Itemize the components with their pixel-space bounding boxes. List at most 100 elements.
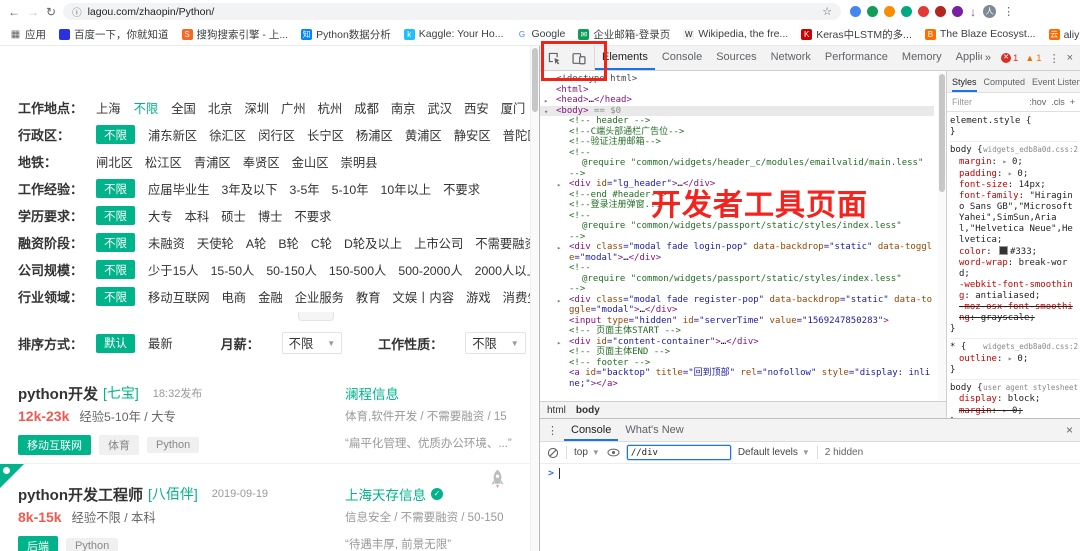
dom-tree-line[interactable]: <!-- [540, 148, 934, 159]
filter-option[interactable]: 松江区 [145, 153, 182, 171]
site-info-icon[interactable]: ⓘ [72, 5, 82, 19]
dom-tree-line[interactable]: ▾ <body> == $0 [540, 105, 934, 116]
ext-purple-icon[interactable] [952, 6, 964, 17]
console-filter-input[interactable] [626, 445, 731, 460]
bookmark-item[interactable]: K Keras中LSTM的多... [801, 27, 912, 42]
console-context-select[interactable]: top ▼ [574, 447, 600, 458]
filter-option[interactable]: 奉贤区 [243, 153, 280, 171]
dom-tree-scrollbar[interactable] [938, 71, 946, 401]
drawer-tab-console[interactable]: Console [564, 420, 618, 441]
filter-option[interactable]: 10年以上 [381, 180, 432, 198]
expand-arrow-icon[interactable]: ▸ [1008, 169, 1018, 178]
bookmark-item[interactable]: k Kaggle: Your Ho... [403, 28, 503, 40]
ext-blue-icon[interactable] [850, 6, 862, 17]
style-property[interactable]: -moz-osx-font-smoothing: grayscale; [950, 302, 1078, 324]
job-title[interactable]: python开发工程师 [18, 484, 143, 505]
style-selector[interactable]: body { [950, 383, 983, 394]
bookmark-item[interactable]: W Wikipedia, the fre... [683, 28, 788, 40]
stylesheet-link[interactable]: user agent stylesheet [983, 382, 1078, 393]
dom-tree-line[interactable]: <!--验证注册邮箱--> [540, 137, 934, 148]
console-prompt[interactable]: > [540, 464, 1080, 483]
style-property[interactable]: color: #333; [950, 246, 1078, 258]
bookmark-item[interactable]: B The Blaze Ecosyst... [924, 28, 1036, 40]
job-tag[interactable]: 后端 [18, 536, 58, 551]
filter-option[interactable]: 金山区 [292, 153, 329, 171]
job-tag[interactable]: Python [147, 437, 200, 453]
filter-option[interactable]: 杨浦区 [356, 126, 393, 144]
style-selector[interactable]: element.style { [950, 116, 1031, 127]
job-title[interactable]: python开发 [18, 383, 98, 404]
dom-tree-line[interactable]: --> [540, 169, 934, 180]
filter-option[interactable]: 15-50人 [211, 261, 255, 279]
page-scrollbar[interactable] [530, 46, 539, 551]
filter-option[interactable]: 本科 [185, 207, 210, 225]
filter-option[interactable]: 天使轮 [197, 234, 234, 252]
cls-toggle[interactable]: .cls [1051, 97, 1065, 107]
filter-option[interactable]: 厦门 [501, 99, 526, 117]
style-property[interactable]: margin: ▸ 0; [950, 156, 1078, 168]
expand-arrow-icon[interactable]: ▸ [1002, 157, 1012, 166]
tab-console[interactable]: Console [655, 46, 709, 70]
dom-tree-line[interactable]: <!-- footer --> [540, 358, 934, 369]
warning-badge[interactable]: ▲ 1 [1025, 53, 1041, 64]
filter-option[interactable]: 3年及以下 [222, 180, 278, 198]
filter-option[interactable]: 徐汇区 [209, 126, 246, 144]
filter-selected-option[interactable]: 不限 [134, 99, 159, 117]
tab-network[interactable]: Network [764, 46, 818, 70]
sort-field-select[interactable]: 不限 ▼ [281, 332, 343, 354]
dom-tree-line[interactable]: <a id="backtop" title="回到顶部" rel="nofoll… [540, 368, 934, 389]
dom-tree-line[interactable]: <!-- [540, 263, 934, 274]
expand-arrow-icon[interactable]: ▸ [1002, 406, 1012, 415]
style-property[interactable]: outline: ▸ 0; [950, 353, 1078, 365]
live-expression-eye-icon[interactable] [607, 448, 620, 457]
filter-selected-option[interactable]: 不限 [96, 287, 135, 306]
dom-tree-line[interactable]: --> [540, 284, 934, 295]
company-name[interactable]: 澜程信息 [345, 383, 399, 403]
style-property[interactable]: font-family: "Hiragino Sans GB","Microso… [950, 191, 1078, 246]
filter-option[interactable]: 黄浦区 [405, 126, 442, 144]
filter-option[interactable]: 150-500人 [329, 261, 386, 279]
style-property[interactable]: font-size: 14px; [950, 180, 1078, 191]
bookmark-item[interactable]: S 搜狗搜索引擎 - 上... [181, 27, 288, 42]
filter-selected-option[interactable]: 不限 [96, 260, 135, 279]
filter-option[interactable]: 企业服务 [295, 288, 344, 306]
download-icon[interactable]: ↓ [970, 6, 976, 18]
dom-tree-line[interactable]: <!--C端头部通栏广告位--> [540, 127, 934, 138]
expand-arrow-icon[interactable]: ▸ [557, 243, 561, 254]
filter-option[interactable]: 未融资 [148, 234, 185, 252]
bookmark-item[interactable]: ✉ 企业邮箱-登录页 [578, 27, 670, 42]
dom-tree-scrollbar-thumb[interactable] [939, 74, 945, 192]
log-levels-select[interactable]: Default levels ▼ [738, 447, 810, 458]
dom-tree-line[interactable]: @require "common/widgets/passport/static… [540, 274, 934, 285]
job-area[interactable]: [八佰伴] [148, 484, 198, 504]
filter-option[interactable]: 闸北区 [96, 153, 133, 171]
filter-option[interactable]: 硕士 [221, 207, 246, 225]
filter-selected-option[interactable]: 不限 [96, 206, 135, 225]
hov-toggle[interactable]: :hov [1029, 97, 1046, 107]
ext-red-icon[interactable] [918, 6, 930, 17]
filter-option[interactable]: 武汉 [427, 99, 452, 117]
sort-field-select[interactable]: 不限 ▼ [465, 332, 526, 354]
tab-sources[interactable]: Sources [709, 46, 763, 70]
style-property[interactable]: padding: ▸ 0; [950, 168, 1078, 180]
bookmark-item[interactable]: 知 Python数据分析 [301, 27, 391, 42]
expand-arrow-icon[interactable]: ▸ [1008, 354, 1018, 363]
filter-option[interactable]: B轮 [278, 234, 299, 252]
ext-darkred-icon[interactable] [935, 6, 947, 17]
dom-tree-line[interactable]: <input type="hidden" id="serverTime" val… [540, 316, 934, 327]
sidebar-tab-styles[interactable]: Styles [952, 72, 977, 92]
drawer-menu-icon[interactable]: ⋮ [547, 424, 558, 437]
dom-tree-line[interactable]: ▸ <div id="content-container">…</div> [540, 337, 934, 348]
stylesheet-link[interactable]: widgets_edb8a0d.css:2 [983, 144, 1078, 155]
filter-option[interactable]: 不要求 [294, 207, 331, 225]
job-area[interactable]: [七宝] [103, 383, 139, 403]
filter-option[interactable]: 广州 [281, 99, 306, 117]
dom-tree-line[interactable]: @require "common/widgets/header_c/module… [540, 158, 934, 169]
browser-menu-icon[interactable]: ⋮ [1003, 5, 1014, 18]
filter-option[interactable]: 应届毕业生 [148, 180, 210, 198]
job-card[interactable]: python开发工程师 [八佰伴] 2019-09-19 上海天存信息 ✓ 8k-15k 经… [0, 463, 539, 551]
filter-option[interactable]: D轮及以上 [344, 234, 402, 252]
drawer-close-icon[interactable]: × [1066, 423, 1073, 437]
filter-option[interactable]: 南京 [391, 99, 416, 117]
job-tag[interactable]: Python [66, 538, 119, 551]
